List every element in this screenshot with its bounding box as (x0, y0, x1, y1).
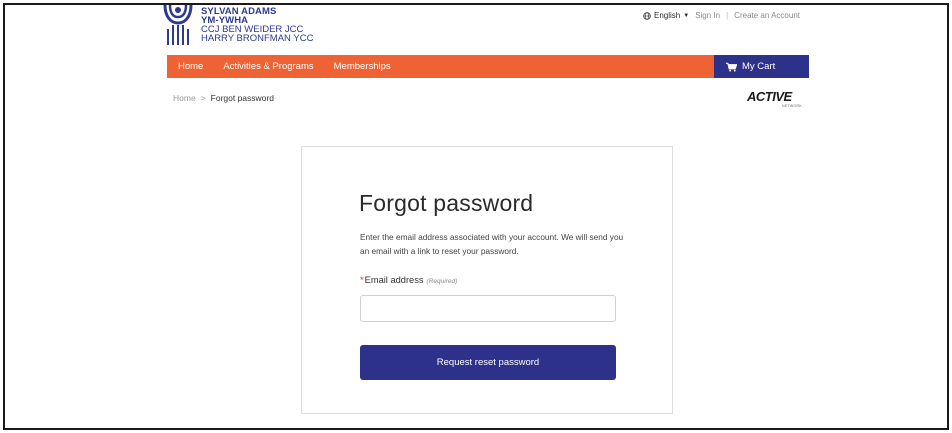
utility-bar: English ▼ Sign In | Create an Account (643, 11, 800, 20)
shopping-cart-icon (726, 62, 737, 72)
my-cart-button[interactable]: My Cart (714, 55, 809, 78)
active-network-logo: ACTIVE NETWORK (747, 89, 809, 111)
language-label: English (653, 11, 681, 20)
menorah-logo-icon (163, 5, 193, 45)
email-label-text: Email address (364, 275, 424, 285)
forgot-password-card: Forgot password Enter the email address … (301, 146, 673, 414)
main-nav: Home Activities & Programs Memberships M… (167, 55, 809, 78)
brand-logo[interactable]: SYLVAN ADAMS YM-YWHA CCJ BEN WEIDER JCC … (161, 5, 331, 51)
required-note: (Required) (426, 278, 458, 285)
required-asterisk: * (360, 275, 364, 285)
breadcrumb-separator: > (200, 93, 206, 103)
instructions-text: Enter the email address associated with … (360, 232, 624, 256)
utility-separator: | (726, 11, 729, 20)
create-account-link[interactable]: Create an Account (734, 11, 800, 20)
nav-item-memberships[interactable]: Memberships (334, 61, 391, 72)
active-logo-word: ACTIVE (747, 89, 792, 104)
chevron-down-icon: ▼ (683, 12, 690, 19)
nav-item-activities-programs[interactable]: Activities & Programs (223, 61, 313, 72)
brand-line-4: HARRY BRONFMAN YCC (201, 33, 314, 44)
breadcrumb-home-link[interactable]: Home (173, 93, 196, 103)
language-selector[interactable]: English ▼ (643, 11, 689, 20)
email-field[interactable] (360, 295, 616, 322)
globe-icon (643, 11, 651, 20)
browser-viewport: SYLVAN ADAMS YM-YWHA CCJ BEN WEIDER JCC … (3, 3, 949, 430)
sign-in-link[interactable]: Sign In (695, 11, 720, 20)
page-title: Forgot password (359, 190, 534, 216)
request-reset-password-button[interactable]: Request reset password (360, 345, 616, 380)
active-logo-sub: NETWORK (782, 104, 802, 108)
brand-name: SYLVAN ADAMS YM-YWHA CCJ BEN WEIDER JCC … (201, 7, 314, 44)
breadcrumb-current: Forgot password (210, 93, 274, 103)
my-cart-label: My Cart (742, 61, 776, 72)
nav-item-home[interactable]: Home (178, 61, 203, 72)
email-field-label: * Email address (Required) (360, 275, 457, 285)
breadcrumb: Home > Forgot password (173, 93, 274, 103)
